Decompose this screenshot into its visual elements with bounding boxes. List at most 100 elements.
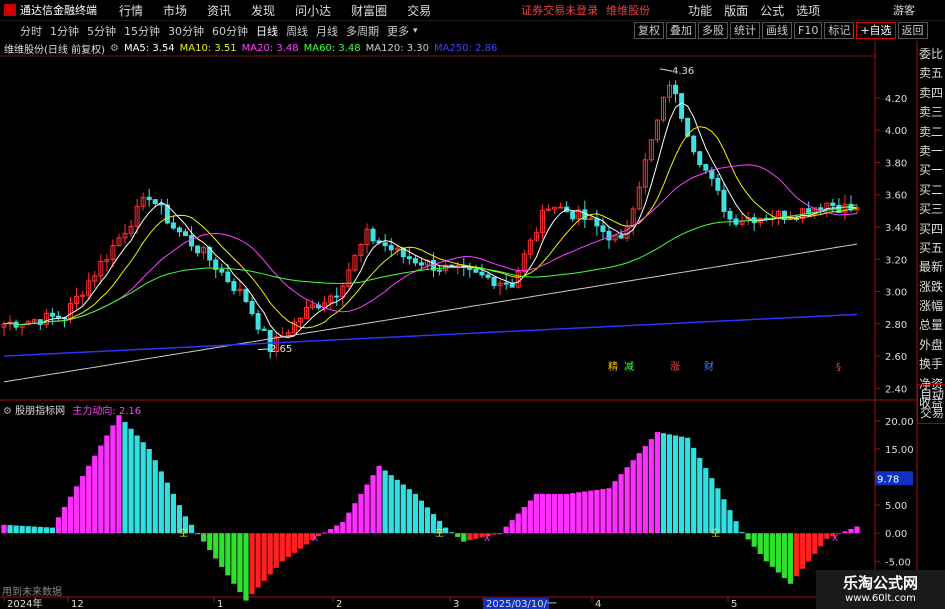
- indicator-bar: [533, 493, 539, 534]
- candle-body: [727, 210, 733, 220]
- auto-trade-label-2[interactable]: 交易: [918, 404, 945, 423]
- candle-body: [170, 222, 176, 229]
- side-panel-item[interactable]: 卖一: [917, 142, 945, 161]
- indicator-bar: [201, 533, 207, 542]
- time-tick-label: 12: [71, 599, 84, 609]
- indicator-bar: [146, 448, 152, 534]
- indicator-bar: [364, 484, 370, 534]
- side-panel-item[interactable]: 委比: [917, 45, 945, 64]
- indicator-bar: [352, 503, 358, 534]
- indicator-bar: [521, 506, 527, 534]
- candle-body: [703, 164, 709, 171]
- indicator-bar: [503, 526, 509, 534]
- indicator-bar: [509, 520, 515, 534]
- indicator-bar: [679, 436, 685, 534]
- chart-canvas[interactable]: 4.20 4.00 3.80 3.60 3.40 3.20 3.00 2.80 2.60 2.40…: [0, 0, 945, 609]
- indicator-value-text: 9.78: [877, 474, 899, 485]
- indicator-bar: [781, 533, 788, 579]
- indicator-bar: [800, 533, 806, 569]
- side-panel-item[interactable]: 卖三: [917, 103, 945, 122]
- candle-body: [479, 271, 485, 276]
- indicator-bar: [418, 500, 425, 534]
- candle-body: [412, 258, 418, 264]
- indicator-bar: [31, 526, 37, 534]
- side-panel-item[interactable]: 外盘: [917, 336, 945, 355]
- indicator-bar: [104, 435, 110, 534]
- candle-body: [558, 206, 564, 209]
- indicator-bar: [370, 475, 376, 534]
- indicator-bar: [19, 525, 25, 534]
- indicator-bar: [291, 533, 297, 553]
- side-panel-item[interactable]: 卖四: [917, 84, 945, 103]
- indicator-bar: [715, 488, 721, 534]
- side-panel-item[interactable]: 涨幅: [917, 297, 945, 316]
- indicator-bar: [55, 517, 62, 534]
- indicator-bar: [213, 533, 219, 559]
- indicator-bar: [297, 533, 304, 549]
- time-tick-label: 4: [595, 599, 601, 609]
- indicator-bar: [225, 533, 231, 576]
- side-panel-item[interactable]: 买四: [917, 220, 945, 239]
- indicator-bar: [67, 496, 74, 534]
- candle-body: [618, 234, 624, 239]
- side-panel-item[interactable]: 买三: [917, 200, 945, 219]
- indicator-bar: [545, 493, 552, 534]
- side-panel-item[interactable]: 买二: [917, 181, 945, 200]
- indicator-bar: [570, 493, 576, 534]
- indicator-tick-label: -5.00: [885, 557, 911, 568]
- cross-signal-marker: X: [832, 534, 838, 544]
- side-panel-item[interactable]: 买一: [917, 161, 945, 180]
- time-tick-label: 1: [217, 599, 223, 609]
- event-tag: 财: [704, 360, 714, 373]
- price-tick-label: 3.60: [885, 191, 907, 202]
- indicator-bar: [43, 527, 49, 534]
- auto-trade-box[interactable]: 自动 交易: [917, 384, 945, 424]
- indicator-bar: [848, 528, 854, 534]
- side-panel-item[interactable]: 最新: [917, 258, 945, 277]
- indicator-bar: [703, 468, 709, 534]
- indicator-settings-icon[interactable]: ⚙: [3, 406, 12, 417]
- candle-body: [406, 256, 412, 260]
- indicator-bar: [255, 533, 261, 588]
- indicator-bar: [334, 525, 340, 534]
- indicator-bar: [709, 478, 715, 534]
- indicator-bar: [491, 533, 497, 535]
- price-tick-label: 3.20: [885, 255, 907, 266]
- candle-body: [509, 283, 515, 288]
- candle-body: [55, 315, 61, 319]
- candle-body: [49, 312, 55, 317]
- event-tag: 精: [608, 360, 618, 373]
- indicator-bar: [812, 533, 818, 554]
- indicator-name[interactable]: 股朋指标网: [15, 406, 65, 417]
- indicator-bar: [116, 415, 122, 534]
- candle-body: [437, 269, 443, 272]
- indicator-bar: [128, 428, 134, 534]
- side-panel-item[interactable]: 卖二: [917, 123, 945, 142]
- candle-body: [231, 281, 237, 292]
- indicator-bar: [285, 533, 291, 558]
- indicator-bar: [697, 457, 703, 534]
- candle-body: [225, 271, 231, 283]
- candle-body: [189, 235, 195, 247]
- indicator-bar: [600, 489, 606, 534]
- empty-signal-marker: 空: [179, 527, 188, 539]
- indicator-bar: [98, 445, 104, 534]
- side-panel-item[interactable]: 换手: [917, 355, 945, 374]
- side-panel-item[interactable]: 总量: [917, 316, 945, 335]
- indicator-tick-label: 0.00: [885, 529, 907, 540]
- indicator-bar: [818, 533, 824, 547]
- indicator-bar: [412, 493, 418, 534]
- indicator-title-bar: ⚙ 股朋指标网 主力动向: 2.16: [3, 402, 141, 417]
- indicator-bar: [406, 489, 412, 534]
- indicator-bar: [267, 533, 273, 575]
- indicator-bar: [231, 533, 237, 584]
- side-panel-item[interactable]: 卖五: [917, 64, 945, 83]
- auto-trade-label-1[interactable]: 自动: [918, 385, 945, 404]
- side-panel-item[interactable]: 买五: [917, 239, 945, 258]
- side-panel-item[interactable]: 涨跌: [917, 278, 945, 297]
- indicator-bar: [25, 526, 31, 534]
- candle-body: [261, 328, 267, 331]
- ma250-line: [3, 313, 858, 357]
- indicator-bar: [376, 465, 382, 534]
- order-book-side-panel: 委比 卖五 卖四 卖三 卖二 卖一 买一 买二 买三 买四 买五 最新 涨跌 涨幅 总量 外盘 换手 净资 收益: [917, 45, 945, 413]
